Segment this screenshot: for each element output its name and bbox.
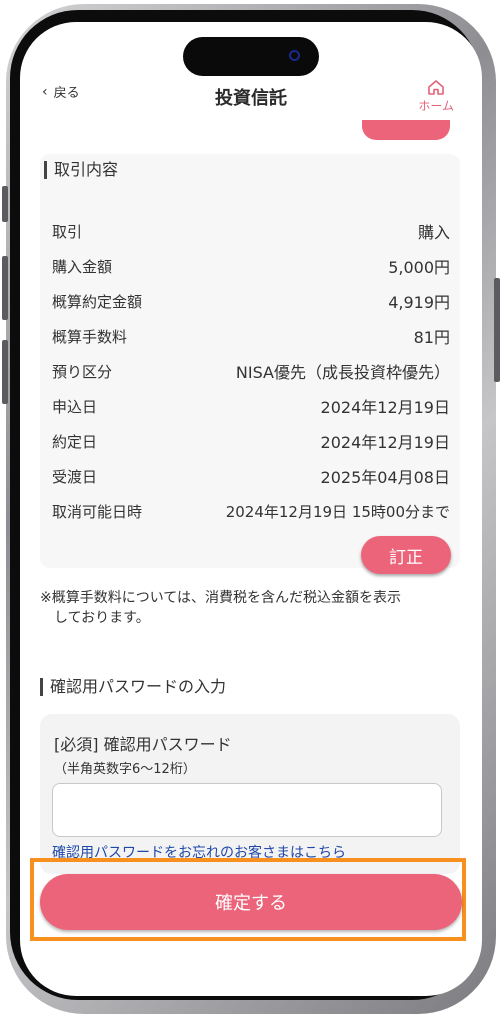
row-trade: 取引 購入 <box>52 220 450 243</box>
page-title: 投資信託 <box>215 88 287 109</box>
row-value: 81円 <box>413 328 450 347</box>
row-value: 2024年12月19日 <box>320 398 450 417</box>
row-label: 約定日 <box>52 432 98 451</box>
password-hint: （半角英数字6～12桁） <box>54 762 196 777</box>
row-contract-date: 約定日 2024年12月19日 <box>52 430 450 453</box>
row-label: 購入金額 <box>52 257 113 276</box>
row-cancel-deadline: 取消可能日時 2024年12月19日 15時00分まで <box>52 500 450 522</box>
confirm-button[interactable]: 確定する <box>40 874 462 930</box>
volume-down-button <box>2 340 8 404</box>
row-application-date: 申込日 2024年12月19日 <box>52 395 450 418</box>
row-value: 2025年04月08日 <box>320 468 450 487</box>
row-label: 概算約定金額 <box>52 292 143 311</box>
row-value: 4,919円 <box>388 293 450 312</box>
power-button <box>494 278 500 382</box>
note-line-1: ※概算手数料については、消費税を含んだ税込金額を表示 <box>40 590 402 606</box>
password-heading: 確認用パスワードの入力 <box>40 678 226 696</box>
row-value: NISA優先（成長投資枠優先） <box>235 363 450 382</box>
row-settlement-date: 受渡日 2025年04月08日 <box>52 465 450 488</box>
edit-button[interactable]: 訂正 <box>361 536 451 574</box>
partial-button[interactable] <box>362 120 450 140</box>
row-value: 2024年12月19日 15時00分まで <box>225 502 450 521</box>
camera-icon <box>289 50 300 61</box>
screen: ‹ 戻る 投資信託 ホーム 取引内容 取引 購入 購入金額 5,000円 概算約… <box>20 22 482 996</box>
password-label: [必須] 確認用パスワード <box>54 735 232 754</box>
volume-up-button <box>2 256 8 320</box>
action-button <box>2 186 8 222</box>
row-estimated-fee: 概算手数料 81円 <box>52 325 450 348</box>
note-line-2: しております。 <box>54 610 150 626</box>
row-value: 5,000円 <box>388 258 450 277</box>
home-button[interactable]: ホーム <box>418 79 454 114</box>
row-value: 購入 <box>417 223 450 242</box>
row-label: 取消可能日時 <box>52 502 143 521</box>
fee-note: ※概算手数料については、消費税を含んだ税込金額を表示 しております。 <box>40 588 460 628</box>
row-label: 取引 <box>52 222 83 241</box>
password-input[interactable] <box>52 783 442 837</box>
transaction-heading: 取引内容 <box>44 161 118 179</box>
row-purchase-amount: 購入金額 5,000円 <box>52 255 450 278</box>
dynamic-island <box>183 37 319 76</box>
scroll-content[interactable]: 取引内容 取引 購入 購入金額 5,000円 概算約定金額 4,919円 概算手… <box>20 118 482 918</box>
row-value: 2024年12月19日 <box>320 433 450 452</box>
row-label: 申込日 <box>52 397 98 416</box>
row-label: 概算手数料 <box>52 327 128 346</box>
row-label: 預り区分 <box>52 362 113 381</box>
home-icon <box>428 80 444 95</box>
row-estimated-contract: 概算約定金額 4,919円 <box>52 290 450 313</box>
home-label: ホーム <box>418 99 454 113</box>
row-label: 受渡日 <box>52 467 98 486</box>
row-custody-type: 預り区分 NISA優先（成長投資枠優先） <box>52 360 450 383</box>
